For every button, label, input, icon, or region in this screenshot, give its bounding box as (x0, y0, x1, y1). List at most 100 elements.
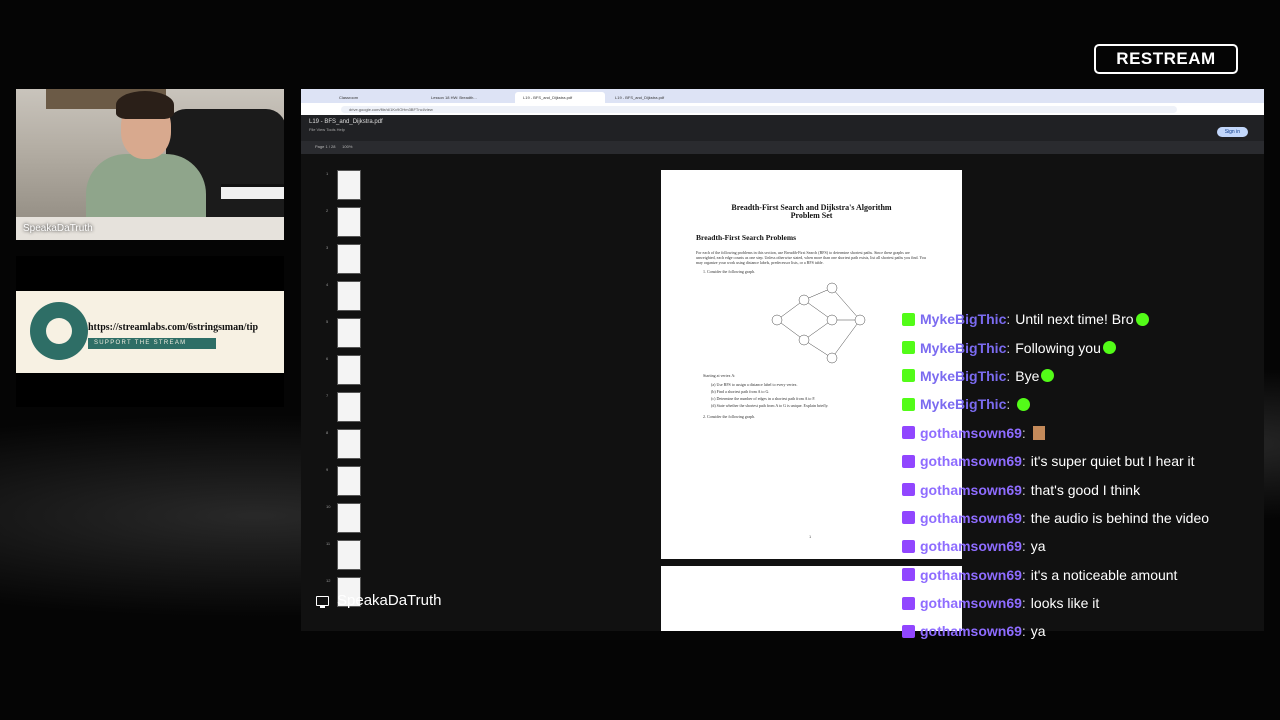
thumb-number: 3 (326, 245, 329, 250)
twitch-icon (902, 426, 915, 440)
chat-text: Until next time! Bro (1015, 311, 1134, 328)
doc-section-heading: Breadth-First Search Problems (696, 233, 796, 242)
chat-text: Following you (1015, 339, 1101, 356)
browser-tab-bar: Classroom Lesson 18 HW: Breadth... L19 -… (301, 89, 1264, 103)
chat-message: gothamsown69: the audio is behind the vid… (902, 504, 1262, 532)
twitch-icon (902, 511, 915, 525)
chat-text: Bye (1015, 367, 1040, 384)
chat-message: gothamsown69: that's good I think (902, 475, 1262, 503)
page-thumbnail[interactable]: 3 (326, 244, 361, 274)
chat-message: MykeBigThic: (902, 390, 1262, 418)
thumb-number: 1 (326, 171, 329, 176)
restream-logo: RESTREAM (1094, 44, 1238, 74)
page-thumbnail[interactable]: 8 (326, 429, 361, 459)
page-number: 1 (809, 534, 812, 539)
chat-message: MykeBigThic: Until next time! Bro (902, 305, 1262, 333)
page-total: / 28 (328, 144, 336, 149)
chat-text: that's good I think (1030, 481, 1141, 498)
streamer-caption: SpeakaDaTruth (316, 592, 442, 609)
chat-overlay: MykeBigThic: Until next time! Bro MykeBigT… (902, 305, 1262, 646)
chat-separator: : (1021, 509, 1026, 526)
monitor-icon (316, 595, 329, 608)
streamlabs-logo-icon (30, 302, 88, 360)
kick-emote-icon (1041, 369, 1055, 383)
address-bar: drive.google.com/file/d/1Kx9OHm3BFTncI/v… (301, 103, 1264, 115)
url-field[interactable]: drive.google.com/file/d/1Kx9OHm3BFTncI/v… (341, 105, 1177, 113)
page-thumbnail[interactable]: 6 (326, 355, 361, 385)
thumb-number: 10 (326, 504, 331, 509)
thumb-number: 12 (326, 578, 331, 583)
chat-username: gothamsown69 (920, 453, 1022, 470)
page-thumbnail[interactable]: 1 (326, 170, 361, 200)
thumb-number: 4 (326, 282, 329, 287)
thumb-number: 5 (326, 319, 329, 324)
chat-separator: : (1021, 566, 1026, 583)
chat-message: MykeBigThic: Following you (902, 333, 1262, 361)
chat-username: gothamsown69 (920, 424, 1022, 441)
thumb-number: 6 (326, 356, 329, 361)
chat-username: MykeBigThic (920, 311, 1007, 328)
chat-message: gothamsown69: ya (902, 617, 1262, 645)
doc-title-line2: Problem Set (790, 211, 833, 220)
page-thumbnail[interactable]: 11 (326, 540, 361, 570)
chat-username: gothamsown69 (920, 509, 1022, 526)
chat-username: MykeBigThic (920, 396, 1007, 413)
webcam-label: SpeakaDaTruth (23, 223, 93, 234)
browser-tab-active[interactable]: L19 - BFS_and_Dijkstra.pdf (515, 92, 605, 103)
kick-icon (902, 397, 915, 411)
pdf-filename: L19 - BFS_and_Dijkstra.pdf (309, 119, 383, 125)
tip-url: https://streamlabs.com/6stringsıman/tip (88, 322, 259, 333)
chat-username: gothamsown69 (920, 566, 1022, 583)
browser-tab[interactable]: Classroom (331, 92, 421, 103)
chat-message: gothamsown69: it's a noticeable amount (902, 561, 1262, 589)
browser-tab[interactable]: Lesson 18 HW: Breadth... (423, 92, 513, 103)
page-thumbnail[interactable]: 7 (326, 392, 361, 422)
kick-icon (902, 369, 915, 383)
chat-text: looks like it (1030, 595, 1100, 612)
chat-username: gothamsown69 (920, 595, 1022, 612)
chat-separator: : (1006, 367, 1011, 384)
signin-button[interactable]: Sign in (1216, 127, 1248, 137)
kick-icon (902, 312, 915, 326)
page-thumbnail[interactable]: 4 (326, 281, 361, 311)
page-thumbnail[interactable]: 10 (326, 503, 361, 533)
kick-icon (902, 341, 915, 355)
thumbnail-strip: 1 2 3 4 5 6 7 8 9 10 11 12 (326, 170, 363, 631)
chat-message: MykeBigThic: Bye (902, 362, 1262, 390)
tip-cta: SUPPORT THE STREAM (88, 338, 216, 349)
zoom-level[interactable]: 100% (342, 144, 352, 149)
page-thumbnail[interactable]: 5 (326, 318, 361, 348)
twitch-icon (902, 596, 915, 610)
twitch-icon (902, 483, 915, 497)
brand-name: RESTREAM (1116, 49, 1216, 68)
page-thumbnail[interactable]: 9 (326, 466, 361, 496)
webcam-keyboard (221, 184, 284, 199)
chat-text: the audio is behind the video (1030, 509, 1210, 526)
chat-separator: : (1006, 396, 1011, 413)
streamer-name: SpeakaDaTruth (337, 592, 442, 609)
kick-emote-icon (1017, 397, 1031, 411)
chat-text: it's a noticeable amount (1030, 566, 1178, 583)
chat-separator: : (1021, 538, 1026, 555)
page-label: Page (315, 144, 325, 149)
person-emoji-icon (1032, 425, 1045, 440)
chat-text: it's super quiet but I hear it (1030, 453, 1195, 470)
twitch-icon (902, 568, 915, 582)
chat-separator: : (1021, 481, 1026, 498)
chat-text: ya (1030, 623, 1046, 640)
thumb-number: 11 (326, 541, 331, 546)
chat-separator: : (1021, 453, 1026, 470)
page-current[interactable]: 1 (325, 144, 327, 149)
pdf-menu[interactable]: File View Tools Help (309, 127, 1256, 132)
twitch-icon (902, 539, 915, 553)
chat-username: gothamsown69 (920, 623, 1022, 640)
chat-text: ya (1030, 538, 1046, 555)
chat-separator: : (1006, 311, 1011, 328)
chat-separator: : (1006, 339, 1011, 356)
kick-emote-icon (1102, 341, 1116, 355)
kick-emote-icon (1135, 312, 1149, 326)
chat-message: gothamsown69: looks like it (902, 589, 1262, 617)
doc-intro: For each of the following problems in th… (696, 250, 926, 265)
browser-tab[interactable]: L19 - BFS_and_Dijkstra.pdf (607, 92, 697, 103)
page-thumbnail[interactable]: 2 (326, 207, 361, 237)
